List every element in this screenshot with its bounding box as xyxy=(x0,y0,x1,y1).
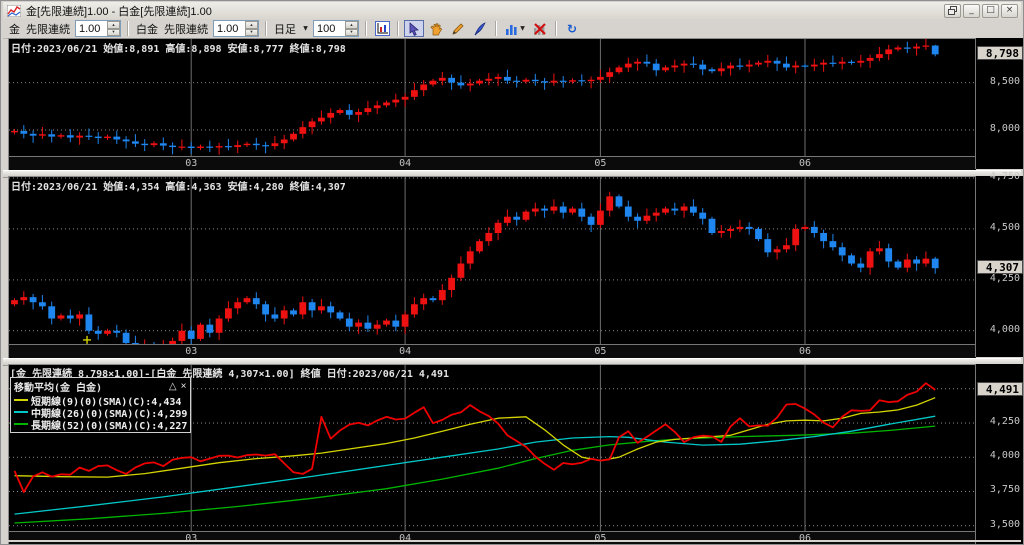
period-count-input[interactable]: 100 ▲ ▼ xyxy=(313,20,359,37)
pan-hand-icon xyxy=(429,22,443,36)
title-bar[interactable]: 金[先限連続]1.00 - 白金[先限連続]1.00 _ □ × xyxy=(3,2,1021,19)
legend-collapse-icon[interactable]: △ xyxy=(168,382,178,392)
maximize-button[interactable]: □ xyxy=(982,4,999,18)
platinum-series-label: 先限連続 xyxy=(164,21,208,37)
toolbar-separator xyxy=(365,21,367,36)
select-tool-button[interactable] xyxy=(404,20,424,37)
yaxis-tick-label: 8,000 xyxy=(990,123,1020,134)
sma9-swatch xyxy=(14,399,28,401)
cascade-window-button[interactable] xyxy=(944,4,961,18)
spin-down-icon[interactable]: ▼ xyxy=(245,29,258,37)
moving-average-legend: 移動平均(金 白金) △ × 短期線(9)(0)(SMA)(C):4,434 中… xyxy=(10,377,191,433)
month-tick-label: 04 xyxy=(399,158,411,169)
yaxis-tick-label: 4,250 xyxy=(990,273,1020,284)
yaxis-tick-label: 3,750 xyxy=(990,484,1020,495)
pencil-icon xyxy=(451,22,465,36)
month-tick-label: 04 xyxy=(399,346,411,357)
app-chart-icon xyxy=(7,5,21,17)
toolbar-separator xyxy=(265,21,267,36)
month-tick-label: 03 xyxy=(185,158,197,169)
last-price-marker: 4,307 xyxy=(977,260,1023,274)
platinum-symbol-label: 白金 xyxy=(136,21,158,37)
axis-scale-tool-button[interactable] xyxy=(372,20,392,37)
yaxis-tick-label: 8,500 xyxy=(990,76,1020,87)
cascade-window-icon xyxy=(948,6,957,15)
quill-tool-button[interactable] xyxy=(470,20,490,37)
month-tick-label: 03 xyxy=(185,346,197,357)
spin-up-icon[interactable]: ▲ xyxy=(107,21,120,29)
month-tick-label: 05 xyxy=(594,346,606,357)
yaxis-tick-label: 4,000 xyxy=(990,324,1020,335)
toolbar: 金 先限連続 1.00 ▲ ▼ 白金 先限連続 1.00 ▲ ▼ 日足 ▼ 10… xyxy=(3,19,1021,39)
platinum-multiplier-input[interactable]: 1.00 ▲ ▼ xyxy=(213,20,259,37)
legend-item-sma52: 長期線(52)(0)(SMA)(C):4,227 xyxy=(14,418,187,430)
gold-chart-header: 日付:2023/06/21 始値:8,891 高値:8,898 安値:8,777… xyxy=(11,40,346,55)
minimize-button[interactable]: _ xyxy=(963,4,980,18)
gold-chart-plot[interactable] xyxy=(8,38,976,157)
spread-chart-yaxis[interactable]: 4,5004,2504,0003,7503,5004,491 xyxy=(975,364,1024,544)
platinum-multiplier-spinner: ▲ ▼ xyxy=(245,21,258,36)
month-tick-label: 06 xyxy=(799,158,811,169)
gold-series-label: 先限連続 xyxy=(26,21,70,37)
month-tick-label: 05 xyxy=(594,533,606,544)
gold-symbol-label: 金 xyxy=(9,21,20,37)
yaxis-tick-label: 4,000 xyxy=(990,450,1020,461)
period-count-value: 100 xyxy=(317,23,343,35)
window-title: 金[先限連続]1.00 - 白金[先限連続]1.00 xyxy=(26,3,212,19)
platinum-chart-plot[interactable] xyxy=(8,176,976,345)
refresh-button[interactable]: ↻ xyxy=(562,20,582,37)
bar-chart-icon xyxy=(505,22,519,36)
month-tick-label: 05 xyxy=(594,158,606,169)
toolbar-separator xyxy=(555,21,557,36)
spin-up-icon[interactable]: ▲ xyxy=(245,21,258,29)
gold-multiplier-spinner: ▲ ▼ xyxy=(107,21,120,36)
period-count-spinner: ▲ ▼ xyxy=(345,21,358,36)
yaxis-tick-label: 4,500 xyxy=(990,222,1020,233)
yaxis-tick-label: 3,500 xyxy=(990,519,1020,530)
gold-chart-xaxis: 03 04 05 06 xyxy=(8,156,976,170)
gold-chart-yaxis[interactable]: 8,500 8,000 8,798 xyxy=(975,38,1024,169)
toolbar-separator xyxy=(495,21,497,36)
legend-close-icon[interactable]: × xyxy=(180,382,188,392)
quill-pen-icon xyxy=(473,22,487,36)
month-tick-label: 04 xyxy=(399,533,411,544)
close-button[interactable]: × xyxy=(1001,4,1018,18)
yaxis-tick-label: 4,750 xyxy=(990,171,1020,182)
month-tick-label: 06 xyxy=(799,346,811,357)
chart-type-button[interactable]: ▼ xyxy=(502,20,528,37)
spin-down-icon[interactable]: ▼ xyxy=(107,29,120,37)
last-price-marker: 8,798 xyxy=(977,46,1023,60)
application-window: 金[先限連続]1.00 - 白金[先限連続]1.00 _ □ × 金 先限連続 … xyxy=(0,0,1024,545)
pencil-tool-button[interactable] xyxy=(448,20,468,37)
clear-chart-button[interactable] xyxy=(530,20,550,37)
window-bottom-edge xyxy=(3,540,1021,542)
platinum-chart-xaxis: 03 04 05 06 xyxy=(8,344,976,358)
refresh-icon: ↻ xyxy=(567,23,577,35)
toolbar-separator xyxy=(127,21,129,36)
chevron-down-icon: ▼ xyxy=(303,25,308,32)
last-price-marker: 4,491 xyxy=(977,382,1023,396)
yaxis-tick-label: 4,250 xyxy=(990,416,1020,427)
month-tick-label: 03 xyxy=(185,533,197,544)
platinum-chart-header: 日付:2023/06/21 始値:4,354 高値:4,363 安値:4,280… xyxy=(11,178,346,193)
select-arrow-icon xyxy=(408,22,420,36)
platinum-multiplier-value: 1.00 xyxy=(217,23,243,35)
gold-multiplier-input[interactable]: 1.00 ▲ ▼ xyxy=(75,20,121,37)
spread-chart-xaxis: 03 04 05 06 xyxy=(8,531,976,545)
axis-scale-icon xyxy=(375,21,390,36)
pan-tool-button[interactable] xyxy=(426,20,446,37)
period-type-label: 日足 xyxy=(274,21,296,37)
platinum-chart-yaxis[interactable]: 4,7504,5004,2504,0004,307 xyxy=(975,176,1024,357)
chevron-down-icon: ▼ xyxy=(520,25,525,32)
period-dropdown-button[interactable]: ▼ xyxy=(300,20,310,37)
sma26-swatch xyxy=(14,411,28,413)
gold-multiplier-value: 1.00 xyxy=(79,23,105,35)
month-tick-label: 06 xyxy=(799,533,811,544)
sma52-swatch xyxy=(14,423,28,425)
toolbar-separator xyxy=(397,21,399,36)
spin-up-icon[interactable]: ▲ xyxy=(345,21,358,29)
spin-down-icon[interactable]: ▼ xyxy=(345,29,358,37)
clear-chart-icon xyxy=(533,22,547,36)
